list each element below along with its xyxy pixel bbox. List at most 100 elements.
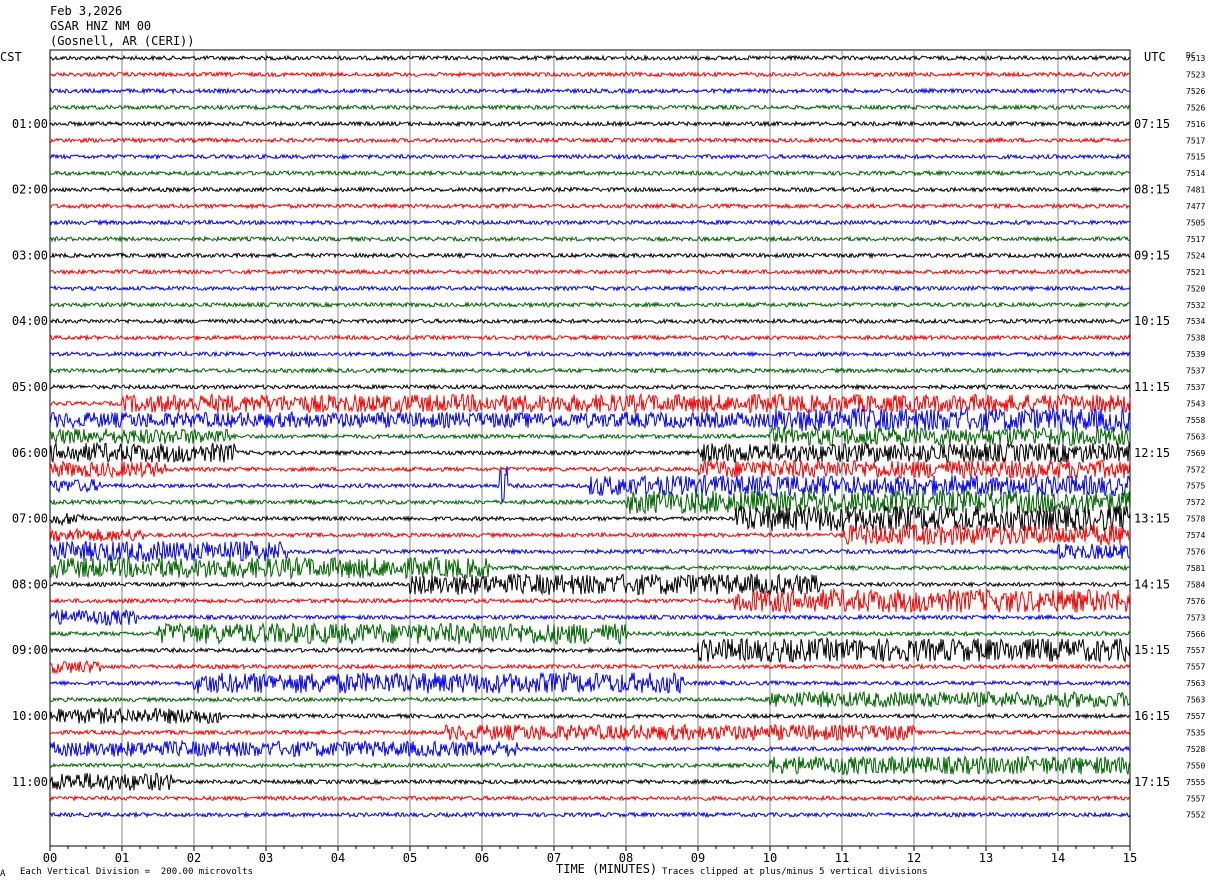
trace-row bbox=[49, 459, 1131, 480]
trace-row bbox=[49, 54, 1131, 62]
x-tick-label: 00 bbox=[43, 851, 57, 865]
x-tick-label: 11 bbox=[835, 851, 849, 865]
left-axis-title: CST bbox=[0, 50, 22, 64]
trace-row bbox=[49, 555, 1131, 580]
dc-offset-label: 7523 bbox=[1186, 70, 1205, 79]
trace-row bbox=[49, 660, 1131, 675]
trace-row bbox=[49, 690, 1131, 708]
trace-row bbox=[49, 383, 1131, 391]
utc-hour-label: 12:15 bbox=[1134, 446, 1170, 460]
dc-offset-label: 7557 bbox=[1186, 794, 1205, 803]
trace-row bbox=[49, 87, 1131, 95]
corner-mark: A bbox=[0, 869, 6, 879]
x-tick-label: 03 bbox=[259, 851, 273, 865]
dc-offset-label: 7576 bbox=[1186, 548, 1205, 557]
cst-hour-label: 03:00 bbox=[12, 248, 48, 262]
cst-hour-label: 05:00 bbox=[12, 380, 48, 394]
cst-hour-label: 04:00 bbox=[12, 314, 48, 328]
trace-row bbox=[49, 636, 1131, 664]
dc-offset-label: 7572 bbox=[1186, 465, 1205, 474]
utc-hour-label: 09:15 bbox=[1134, 248, 1170, 262]
trace-row bbox=[49, 671, 1131, 694]
dc-offset-label: 7552 bbox=[1186, 811, 1205, 820]
x-tick-label: 14 bbox=[1051, 851, 1065, 865]
dc-offset-label: 7534 bbox=[1186, 317, 1205, 326]
x-tick-label: 09 bbox=[691, 851, 705, 865]
dc-offset-label: 7573 bbox=[1186, 613, 1205, 622]
x-tick-label: 01 bbox=[115, 851, 129, 865]
dc-offset-label: 7584 bbox=[1186, 580, 1205, 589]
dc-offset-label: 7550 bbox=[1186, 761, 1205, 770]
trace-row bbox=[49, 523, 1131, 546]
trace-row bbox=[49, 268, 1131, 276]
trace-row bbox=[49, 772, 1131, 791]
dc-offset-label: 7524 bbox=[1186, 251, 1205, 260]
x-tick-label: 12 bbox=[907, 851, 921, 865]
trace-row bbox=[49, 810, 1131, 819]
dc-offset-label: 7517 bbox=[1186, 235, 1205, 244]
dc-offset-label: 7514 bbox=[1186, 169, 1205, 178]
cst-hour-label: 10:00 bbox=[12, 709, 48, 723]
dc-offset-label: 7558 bbox=[1186, 416, 1205, 425]
trace-row bbox=[49, 466, 1131, 504]
dc-offset-label: 7535 bbox=[1186, 728, 1205, 737]
trace-row bbox=[49, 794, 1131, 802]
trace-row bbox=[49, 235, 1131, 243]
dc-offset-label: 7528 bbox=[1186, 745, 1205, 754]
trace-row bbox=[49, 366, 1131, 375]
seismogram-chart: CST UTC DC 00 01 02 03 04 05 06 07 08 09 10 11 12 13 1… bbox=[0, 49, 1205, 876]
trace-row bbox=[49, 202, 1131, 210]
utc-hour-label: 08:15 bbox=[1134, 183, 1170, 197]
x-axis-label: TIME (MINUTES) bbox=[556, 862, 657, 876]
dc-offset-label: 7538 bbox=[1186, 334, 1205, 343]
dc-offset-label: 7581 bbox=[1186, 564, 1205, 573]
dc-offset-label: 7569 bbox=[1186, 449, 1205, 458]
utc-time-labels: 07:15 08:15 09:15 10:15 11:15 12:15 13:15 14:15… bbox=[1134, 117, 1170, 789]
dc-offset-labels: 7513 7523 7526 7526 7516 7517 7515 7514 7481 7477… bbox=[1186, 54, 1205, 820]
trace-row bbox=[49, 707, 1131, 724]
dc-offset-label: 7563 bbox=[1186, 696, 1205, 705]
dc-offset-label: 7574 bbox=[1186, 531, 1205, 540]
cst-hour-label: 02:00 bbox=[12, 183, 48, 197]
trace-row bbox=[49, 540, 1131, 562]
trace-row bbox=[49, 169, 1131, 177]
utc-hour-label: 15:15 bbox=[1134, 643, 1170, 657]
trace-row bbox=[49, 587, 1131, 615]
trace-row bbox=[49, 441, 1131, 464]
dc-offset-label: 7515 bbox=[1186, 153, 1205, 162]
utc-hour-label: 07:15 bbox=[1134, 117, 1170, 131]
trace-row bbox=[49, 136, 1131, 144]
utc-hour-label: 14:15 bbox=[1134, 577, 1170, 591]
dc-offset-label: 7513 bbox=[1186, 54, 1205, 63]
dc-offset-label: 7572 bbox=[1186, 498, 1205, 507]
trace-row bbox=[49, 185, 1130, 194]
dc-offset-label: 7481 bbox=[1186, 186, 1205, 195]
dc-offset-label: 7575 bbox=[1186, 482, 1205, 491]
trace-row bbox=[49, 301, 1131, 309]
dc-offset-label: 7526 bbox=[1186, 87, 1205, 96]
utc-hour-label: 11:15 bbox=[1134, 380, 1170, 394]
dc-offset-label: 7576 bbox=[1186, 597, 1205, 606]
dc-offset-label: 7520 bbox=[1186, 284, 1205, 293]
dc-offset-label: 7543 bbox=[1186, 399, 1205, 408]
dc-offset-label: 7517 bbox=[1186, 136, 1205, 145]
cst-hour-label: 07:00 bbox=[12, 512, 48, 526]
utc-hour-label: 16:15 bbox=[1134, 709, 1170, 723]
utc-hour-label: 10:15 bbox=[1134, 314, 1170, 328]
dc-offset-label: 7537 bbox=[1186, 383, 1205, 392]
trace-row bbox=[49, 284, 1131, 293]
x-tick-label: 04 bbox=[331, 851, 345, 865]
dc-offset-label: 7563 bbox=[1186, 679, 1205, 688]
dc-offset-label: 7566 bbox=[1186, 630, 1205, 639]
x-tick-label: 10 bbox=[763, 851, 777, 865]
trace-row bbox=[49, 406, 1131, 433]
dc-offset-label: 7516 bbox=[1186, 120, 1205, 129]
utc-hour-label: 13:15 bbox=[1134, 512, 1170, 526]
trace-row bbox=[49, 621, 1131, 646]
trace-row bbox=[49, 103, 1131, 112]
dc-offset-label: 7521 bbox=[1186, 268, 1205, 277]
dc-offset-label: 7505 bbox=[1186, 219, 1205, 228]
trace-row bbox=[49, 119, 1131, 128]
trace-row bbox=[49, 392, 1131, 414]
trace-row bbox=[49, 426, 1131, 447]
